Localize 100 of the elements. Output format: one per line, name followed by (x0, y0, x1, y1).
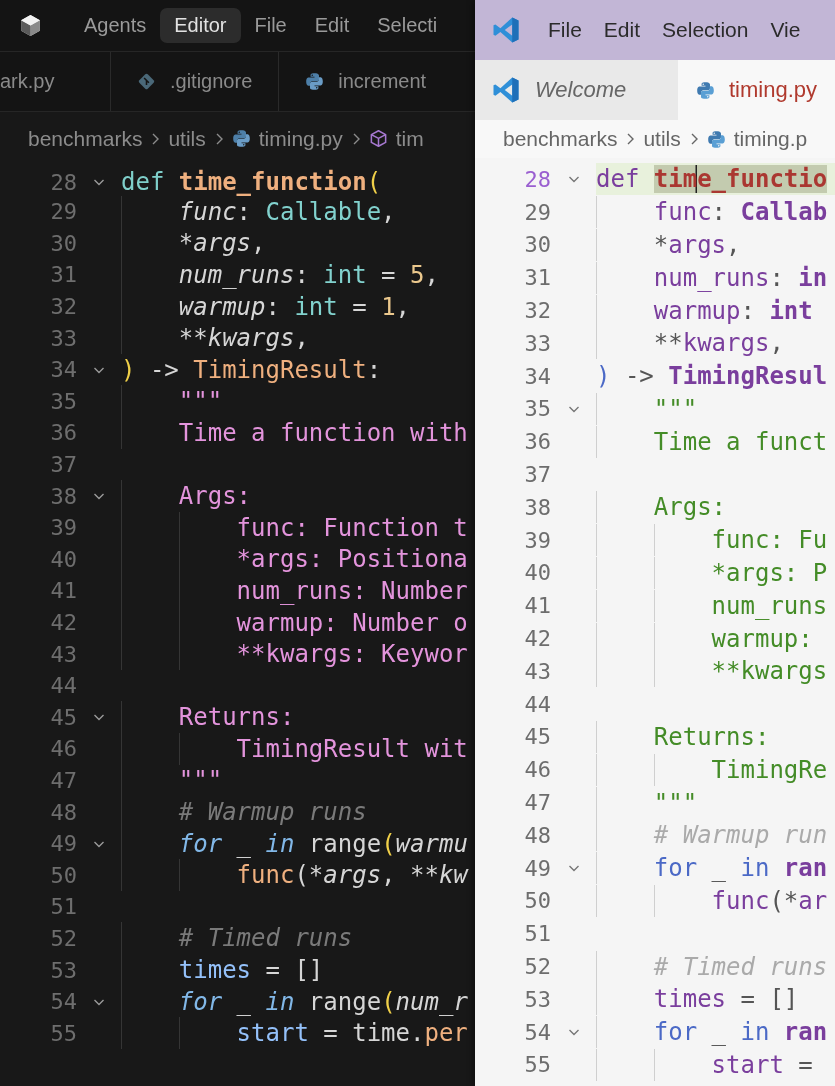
breadcrumb-item[interactable]: timing.p (733, 127, 808, 151)
line-number: 36 (523, 429, 551, 455)
code-line: num_runs: Number (121, 574, 475, 607)
code-editor-logo-icon (491, 15, 521, 45)
python-icon (706, 129, 726, 149)
line-number: 55 (49, 1020, 77, 1046)
menu-item[interactable]: Selecti (363, 8, 452, 43)
code-line: start = (596, 1048, 835, 1081)
line-number: 40 (49, 546, 77, 572)
line-number: 44 (49, 673, 77, 699)
code-line: for _ in ran (596, 852, 835, 885)
code-line: func: Callable, (121, 195, 475, 228)
code-line: # Warmup runs (121, 796, 475, 829)
line-number: 33 (523, 330, 551, 356)
line-number: 29 (49, 199, 77, 225)
code-line: num_runs: in (596, 261, 835, 294)
code-line: """ (121, 385, 475, 418)
line-number: 50 (49, 862, 77, 888)
menu-item[interactable]: Editor (160, 8, 241, 43)
editor-tab[interactable]: increment (279, 52, 427, 111)
tab-label: timing.py (728, 77, 817, 103)
menu-item[interactable]: Agents (70, 8, 161, 43)
line-number: 49 (49, 831, 77, 857)
code-line: Args: (596, 491, 835, 524)
line-number: 39 (523, 527, 551, 553)
code-line: for _ in range(num_r (121, 985, 475, 1018)
menu-item[interactable]: File (240, 8, 301, 43)
breadcrumb-item[interactable]: timing.py (258, 126, 343, 151)
menu-item[interactable]: Edit (300, 8, 364, 43)
code-line: Args: (121, 480, 475, 513)
menu-item[interactable]: File (537, 12, 593, 48)
line-number: 39 (49, 515, 77, 541)
line-number: 52 (523, 954, 551, 979)
code-line: """ (596, 786, 835, 819)
breadcrumb-item[interactable]: utils (168, 126, 206, 151)
line-number: 42 (523, 626, 551, 652)
line-number: 47 (49, 768, 77, 793)
line-number: 53 (523, 986, 551, 1012)
line-number: 47 (523, 790, 551, 816)
line-number: 30 (523, 232, 551, 258)
line-number: 50 (523, 888, 551, 914)
editor-tab[interactable]: .gitignore (111, 52, 280, 111)
line-number: 28 (49, 169, 77, 195)
cube-logo-icon[interactable] (18, 13, 43, 38)
menu-item[interactable]: Vie (759, 12, 812, 48)
code-line: **kwargs, (121, 322, 475, 355)
line-number: 46 (49, 736, 77, 762)
menu-item[interactable]: Selection (651, 12, 760, 48)
line-number: 28 (523, 166, 551, 192)
line-number: 48 (523, 822, 551, 848)
line-number: 38 (49, 483, 77, 509)
line-number: 35 (523, 396, 551, 422)
line-number: 41 (49, 578, 77, 604)
cube-icon (368, 129, 388, 148)
code-line: # Warmup run (596, 819, 835, 852)
code-line: times = [] (121, 954, 475, 987)
line-number: 45 (523, 724, 551, 750)
code-line: Returns: (596, 720, 835, 753)
code-line: func: Callab (596, 196, 835, 229)
line-number: 35 (49, 388, 77, 414)
breadcrumb-item[interactable]: tim (395, 126, 424, 151)
line-number: 54 (49, 989, 77, 1015)
code-line: ) -> TimingResult: (121, 354, 383, 386)
menu-item[interactable]: Edit (592, 12, 652, 48)
python-icon (695, 80, 715, 100)
code-editor-logo-icon (491, 75, 521, 105)
code-line: warmup: int (596, 294, 835, 327)
editor-tab[interactable]: timing.py (677, 60, 835, 120)
python-icon (231, 129, 251, 148)
code-line: def time_function( (121, 167, 383, 198)
line-number: 31 (523, 265, 551, 291)
line-number: 51 (523, 921, 551, 947)
code-line: """ (121, 764, 475, 797)
line-number: 31 (49, 262, 77, 288)
code-line: **kwargs: Keywor (121, 638, 475, 671)
breadcrumb-item[interactable]: utils (643, 127, 681, 151)
breadcrumb-item[interactable]: benchmarks (503, 127, 618, 151)
code-line: warmup: Number o (121, 606, 475, 639)
code-line: num_runs (596, 589, 835, 622)
code-line: func(*ar (596, 884, 835, 917)
code-line: func: Fu (596, 524, 835, 557)
code-line: for _ in ran (596, 1016, 835, 1049)
code-line: times = [] (596, 983, 835, 1016)
line-number: 37 (49, 452, 77, 478)
code-line: func(*args, **kw (121, 859, 475, 892)
code-line: Returns: (121, 701, 475, 734)
code-line: # Timed runs (596, 950, 835, 983)
line-number: 37 (523, 462, 551, 488)
line-number: 53 (49, 957, 77, 983)
tab-label: Welcome (535, 77, 627, 103)
line-number: 46 (523, 757, 551, 783)
line-number: 52 (49, 925, 77, 951)
code-line: func: Function t (121, 511, 475, 544)
tab-label: .gitignore (170, 70, 253, 93)
code-line: start = time.per (121, 1017, 475, 1050)
code-line: *args: P (596, 556, 835, 589)
code-line: ) -> TimingResul (596, 361, 829, 393)
code-line: **kwargs, (596, 327, 835, 360)
breadcrumb-item[interactable]: benchmarks (28, 126, 143, 151)
editor-tab[interactable]: ark.py (0, 52, 111, 111)
